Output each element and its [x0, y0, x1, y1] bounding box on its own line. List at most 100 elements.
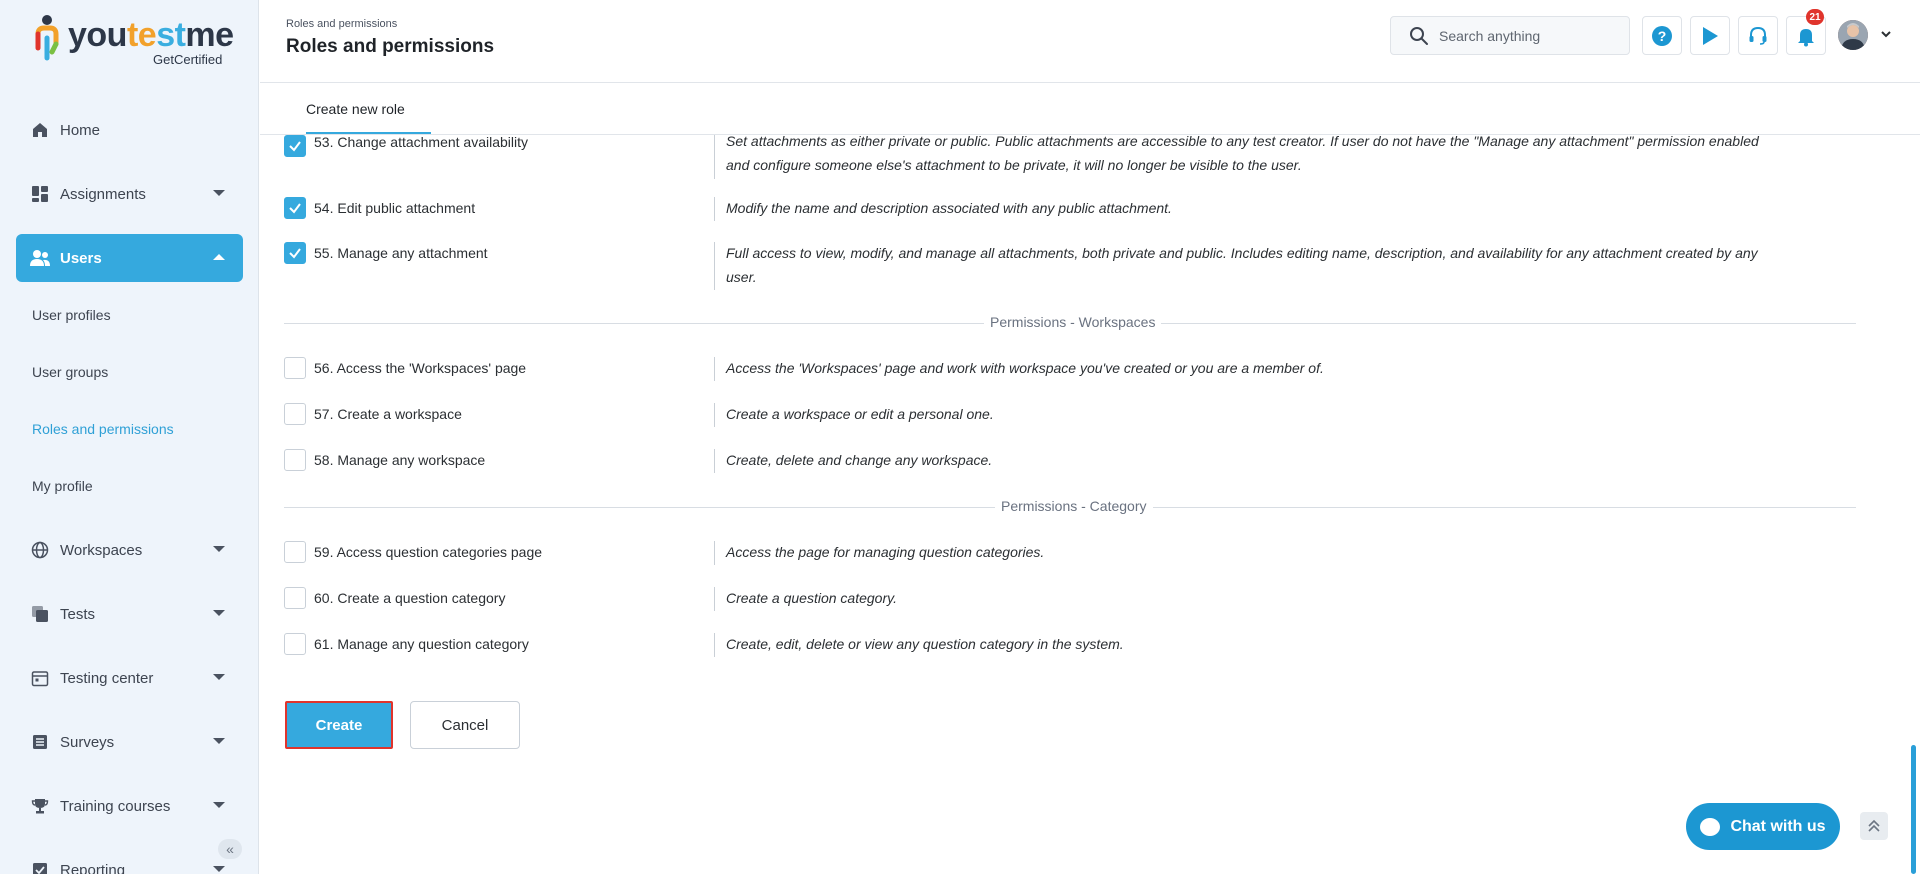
search-input[interactable] — [1439, 27, 1619, 44]
permission-label: 54. Edit public attachment — [314, 200, 476, 216]
sidebar-subitem-user-groups[interactable]: User groups — [32, 364, 108, 380]
divider — [714, 633, 715, 657]
permission-checkbox[interactable] — [284, 242, 306, 264]
search-box[interactable] — [1390, 16, 1630, 55]
permission-row: 55. Manage any attachment Full access to… — [284, 242, 1784, 292]
sidebar-subitem-user-profiles[interactable]: User profiles — [32, 307, 111, 323]
permission-checkbox[interactable] — [284, 357, 306, 379]
search-icon — [1410, 26, 1428, 45]
divider — [714, 357, 715, 381]
reporting-icon — [30, 860, 50, 874]
sidebar-item-label: Workspaces — [60, 541, 143, 559]
double-chevron-left-icon: « — [226, 841, 234, 857]
permission-checkbox[interactable] — [284, 449, 306, 471]
permission-label: 59. Access question categories page — [314, 544, 543, 560]
surveys-icon — [30, 732, 50, 752]
chevron-down-icon — [213, 738, 225, 744]
sidebar-item-training-courses[interactable]: Training courses — [16, 782, 243, 830]
video-tutorial-button[interactable] — [1690, 16, 1730, 55]
permission-description: Create a workspace or edit a personal on… — [726, 406, 994, 422]
permissions-content: 53. Change attachment availability Set a… — [260, 135, 1920, 874]
permission-description: Full access to view, modify, and manage … — [726, 245, 1758, 285]
sidebar-subitem-my-profile[interactable]: My profile — [32, 478, 93, 494]
section-title-category: Permissions - Category — [995, 498, 1153, 514]
sidebar-item-label: Surveys — [60, 733, 115, 751]
headset-icon — [1749, 26, 1767, 45]
permission-label: 60. Create a question category — [314, 590, 506, 606]
svg-text:?: ? — [1658, 28, 1667, 44]
permission-row: 56. Access the 'Workspaces' page Access … — [284, 357, 1784, 383]
chevron-up-icon — [213, 254, 225, 260]
permission-label: 55. Manage any attachment — [314, 245, 488, 261]
permission-checkbox[interactable] — [284, 587, 306, 609]
trophy-icon — [30, 796, 50, 816]
tab-create-new-role[interactable]: Create new role — [306, 101, 405, 117]
chat-with-us-button[interactable]: Chat with us — [1686, 803, 1840, 850]
help-button[interactable]: ? — [1642, 16, 1682, 55]
permission-row: 59. Access question categories page Acce… — [284, 541, 1784, 567]
sidebar-item-tests[interactable]: Tests — [16, 590, 243, 638]
divider — [714, 403, 715, 427]
permission-checkbox[interactable] — [284, 633, 306, 655]
sidebar-item-surveys[interactable]: Surveys — [16, 718, 243, 766]
tab-bar: Create new role — [260, 84, 1920, 135]
checkmark-icon — [289, 248, 301, 259]
tests-icon — [30, 604, 50, 624]
permission-label: 58. Manage any workspace — [314, 452, 486, 468]
sidebar-item-users[interactable]: Users — [16, 234, 243, 282]
support-button[interactable] — [1738, 16, 1778, 55]
logo-mark-icon — [35, 15, 59, 61]
permission-description: Set attachments as either private or pub… — [726, 135, 1759, 173]
home-icon — [30, 120, 50, 140]
globe-icon — [30, 540, 50, 560]
create-button[interactable]: Create — [285, 701, 393, 749]
sidebar-item-testing-center[interactable]: Testing center — [16, 654, 243, 702]
permission-checkbox[interactable] — [284, 135, 306, 157]
play-icon — [1703, 26, 1718, 45]
section-divider: Permissions - Category — [284, 498, 1856, 514]
permission-checkbox[interactable] — [284, 197, 306, 219]
permission-row: 58. Manage any workspace Create, delete … — [284, 449, 1784, 475]
active-tab-indicator — [306, 132, 431, 134]
divider — [714, 587, 715, 611]
sidebar-item-home[interactable]: Home — [16, 106, 243, 154]
permission-row: 61. Manage any question category Create,… — [284, 633, 1784, 659]
help-icon: ? — [1652, 25, 1672, 46]
divider — [714, 541, 715, 565]
scrollbar-thumb[interactable] — [1911, 745, 1916, 874]
sidebar-item-workspaces[interactable]: Workspaces — [16, 526, 243, 574]
logo[interactable]: youtestme GetCertified — [32, 14, 234, 70]
section-title-workspaces: Permissions - Workspaces — [984, 314, 1162, 330]
permission-checkbox[interactable] — [284, 541, 306, 563]
sidebar-item-assignments[interactable]: Assignments — [16, 170, 243, 218]
chevron-down-icon — [213, 610, 225, 616]
logo-subtitle: GetCertified — [153, 52, 223, 67]
bell-icon — [1798, 28, 1814, 46]
chevron-down-icon — [213, 546, 225, 552]
divider — [714, 197, 715, 221]
chevron-down-icon[interactable] — [1880, 28, 1892, 40]
sidebar-item-label: Assignments — [60, 185, 146, 203]
sidebar-item-label: Training courses — [60, 797, 171, 815]
chevron-down-icon — [213, 866, 225, 872]
breadcrumb[interactable]: Roles and permissions — [286, 18, 397, 30]
calendar-icon — [30, 668, 50, 688]
divider — [714, 135, 715, 179]
permission-checkbox[interactable] — [284, 403, 306, 425]
chat-label: Chat with us — [1730, 817, 1826, 835]
sidebar-subitem-roles-and-permissions[interactable]: Roles and permissions — [32, 421, 174, 437]
collapse-sidebar-button[interactable]: « — [218, 839, 242, 859]
users-icon — [30, 248, 50, 268]
sidebar-item-label: Reporting — [60, 861, 126, 874]
top-header: Roles and permissions Roles and permissi… — [260, 0, 1920, 83]
chevron-down-icon — [213, 190, 225, 196]
avatar[interactable] — [1838, 20, 1868, 50]
cancel-button[interactable]: Cancel — [410, 701, 520, 749]
permission-label: 56. Access the 'Workspaces' page — [314, 360, 527, 376]
sidebar-item-reporting[interactable]: Reporting — [16, 846, 243, 874]
page-title: Roles and permissions — [286, 36, 495, 57]
logo-wordmark: youtestme — [68, 16, 234, 54]
scroll-to-top-button[interactable] — [1860, 812, 1888, 840]
sidebar: youtestme GetCertified Home Assignments … — [0, 0, 259, 874]
permission-description: Create, delete and change any workspace. — [726, 452, 993, 468]
